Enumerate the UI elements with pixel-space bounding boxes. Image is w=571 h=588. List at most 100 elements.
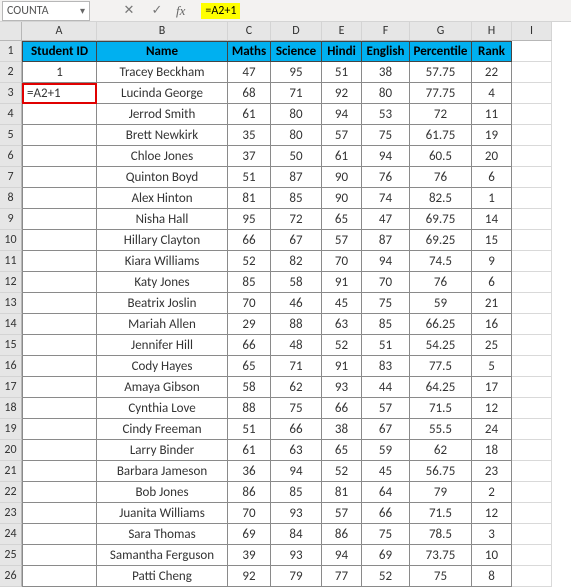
cell-empty[interactable] [512, 482, 552, 503]
row-header[interactable]: 22 [0, 482, 22, 503]
table-cell[interactable]: 17 [472, 377, 512, 398]
table-cell[interactable] [22, 104, 97, 125]
active-cell[interactable]: =A2+1 [22, 83, 97, 104]
table-cell[interactable] [22, 230, 97, 251]
row-header[interactable]: 1 [0, 41, 22, 62]
row-header[interactable]: 16 [0, 356, 22, 377]
cell-empty[interactable] [512, 167, 552, 188]
row-header[interactable]: 11 [0, 251, 22, 272]
row-header[interactable]: 17 [0, 377, 22, 398]
table-cell[interactable]: 94 [362, 146, 410, 167]
table-cell[interactable]: 38 [322, 419, 362, 440]
table-cell[interactable]: 29 [228, 314, 271, 335]
table-cell[interactable] [22, 272, 97, 293]
table-cell[interactable]: 51 [362, 335, 410, 356]
table-cell[interactable]: 88 [228, 398, 271, 419]
table-cell[interactable]: Quinton Boyd [97, 167, 228, 188]
table-cell[interactable]: 87 [271, 167, 322, 188]
table-cell[interactable]: 66 [228, 335, 271, 356]
table-cell[interactable]: 90 [322, 188, 362, 209]
table-cell[interactable]: 59 [362, 440, 410, 461]
table-cell[interactable]: 54.25 [410, 335, 472, 356]
row-header[interactable]: 4 [0, 104, 22, 125]
table-cell[interactable] [22, 524, 97, 545]
table-cell[interactable]: 83 [362, 356, 410, 377]
table-cell[interactable]: 6 [472, 167, 512, 188]
table-cell[interactable]: 57 [322, 125, 362, 146]
table-cell[interactable]: 71 [271, 83, 322, 104]
table-cell[interactable]: 95 [228, 209, 271, 230]
column-header[interactable]: E [322, 22, 362, 41]
table-cell[interactable]: 91 [322, 356, 362, 377]
table-cell[interactable]: Lucinda George [97, 83, 228, 104]
table-cell[interactable]: 37 [228, 146, 271, 167]
table-cell[interactable]: 62 [410, 440, 472, 461]
table-cell[interactable]: 48 [271, 335, 322, 356]
table-cell[interactable]: Kiara Williams [97, 251, 228, 272]
table-cell[interactable]: 69.75 [410, 209, 472, 230]
table-cell[interactable]: 82 [271, 251, 322, 272]
table-cell[interactable]: 77.5 [410, 356, 472, 377]
table-cell[interactable]: 36 [228, 461, 271, 482]
table-cell[interactable]: 69 [228, 524, 271, 545]
table-cell[interactable]: Bob Jones [97, 482, 228, 503]
table-cell[interactable]: 65 [322, 209, 362, 230]
table-cell[interactable]: 92 [322, 83, 362, 104]
table-cell[interactable]: 15 [472, 230, 512, 251]
table-cell[interactable]: 94 [362, 251, 410, 272]
cell-empty[interactable] [512, 41, 552, 62]
table-cell[interactable]: Jennifer Hill [97, 335, 228, 356]
row-header[interactable]: 3 [0, 83, 22, 104]
table-cell[interactable]: 79 [271, 566, 322, 587]
table-cell[interactable]: 93 [322, 377, 362, 398]
table-cell[interactable]: 75 [410, 566, 472, 587]
table-cell[interactable]: Patti Cheng [97, 566, 228, 587]
table-cell[interactable]: Barbara Jameson [97, 461, 228, 482]
table-cell[interactable]: 20 [472, 146, 512, 167]
table-cell[interactable]: 61.75 [410, 125, 472, 146]
table-header-cell[interactable]: Name [97, 41, 228, 62]
table-cell[interactable]: 80 [271, 104, 322, 125]
table-cell[interactable]: 75 [362, 125, 410, 146]
column-header[interactable]: A [22, 22, 97, 41]
spreadsheet-grid[interactable]: ABCDEFGHI1Student IDNameMathsScienceHind… [0, 22, 571, 587]
table-cell[interactable] [22, 545, 97, 566]
cell-empty[interactable] [512, 146, 552, 167]
row-header[interactable]: 10 [0, 230, 22, 251]
table-cell[interactable] [22, 377, 97, 398]
cell-empty[interactable] [512, 251, 552, 272]
table-cell[interactable]: 60.5 [410, 146, 472, 167]
table-cell[interactable] [22, 335, 97, 356]
table-cell[interactable]: 75 [362, 524, 410, 545]
row-header[interactable]: 23 [0, 503, 22, 524]
table-cell[interactable]: 51 [228, 419, 271, 440]
table-cell[interactable]: 64 [362, 482, 410, 503]
cell-empty[interactable] [512, 503, 552, 524]
table-cell[interactable]: 56.75 [410, 461, 472, 482]
table-header-cell[interactable]: Hindi [322, 41, 362, 62]
table-cell[interactable]: 46 [271, 293, 322, 314]
table-cell[interactable]: 50 [271, 146, 322, 167]
table-cell[interactable]: 76 [362, 167, 410, 188]
table-cell[interactable]: 77 [322, 566, 362, 587]
cell-empty[interactable] [512, 440, 552, 461]
table-cell[interactable]: 94 [322, 104, 362, 125]
column-header[interactable]: F [362, 22, 410, 41]
column-header[interactable]: G [410, 22, 472, 41]
table-cell[interactable]: 47 [362, 209, 410, 230]
cell-empty[interactable] [512, 272, 552, 293]
table-cell[interactable]: 16 [472, 314, 512, 335]
table-cell[interactable]: 84 [271, 524, 322, 545]
table-cell[interactable]: 66.25 [410, 314, 472, 335]
cell-empty[interactable] [512, 419, 552, 440]
table-cell[interactable]: 93 [271, 503, 322, 524]
cell-empty[interactable] [512, 62, 552, 83]
table-cell[interactable]: 10 [472, 545, 512, 566]
cell-empty[interactable] [512, 377, 552, 398]
table-header-cell[interactable]: Percentile [410, 41, 472, 62]
row-header[interactable]: 2 [0, 62, 22, 83]
table-cell[interactable]: 71.5 [410, 398, 472, 419]
table-cell[interactable]: 87 [362, 230, 410, 251]
table-cell[interactable]: 85 [271, 188, 322, 209]
row-header[interactable]: 14 [0, 314, 22, 335]
